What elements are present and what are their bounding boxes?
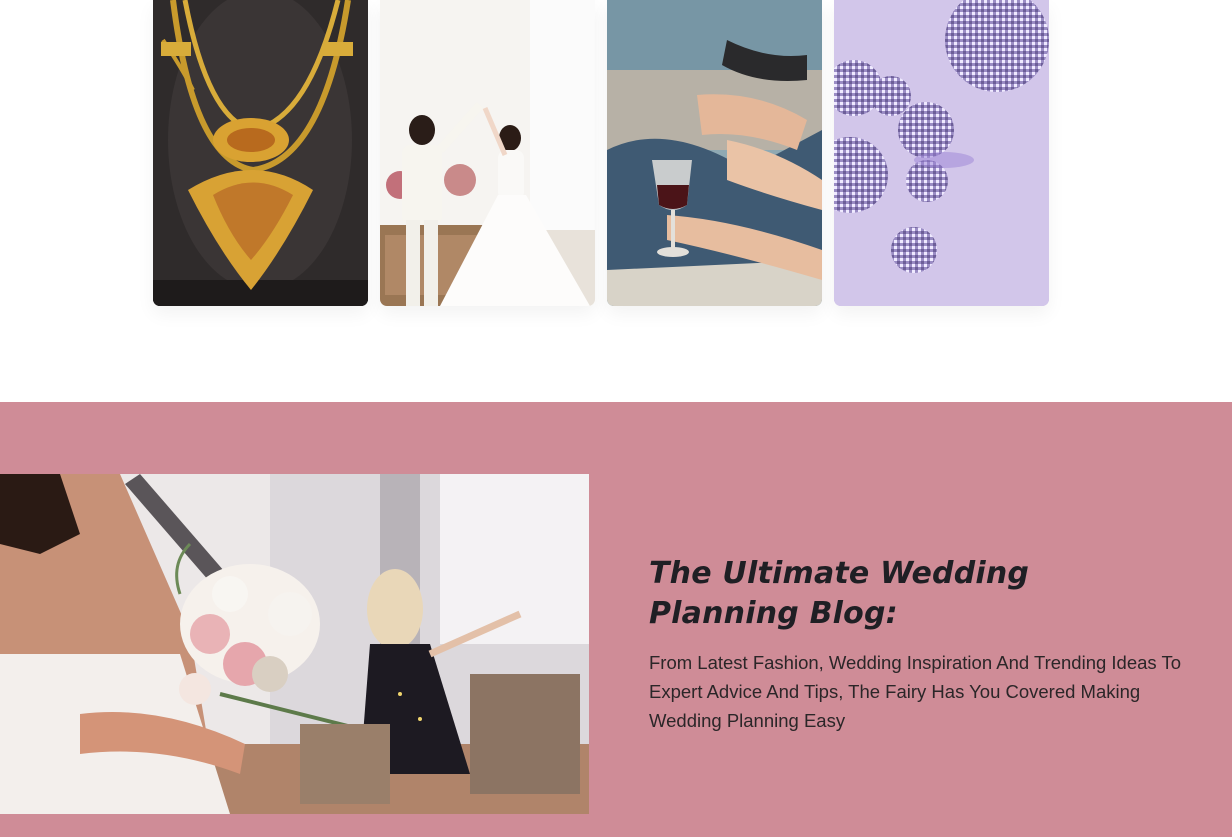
blog-description: From Latest Fashion, Wedding Inspiration… <box>649 652 1182 731</box>
gallery-image-beach[interactable] <box>607 0 822 306</box>
gallery-image-disco[interactable] <box>834 0 1049 306</box>
necklace-image <box>153 0 368 306</box>
gallery-image-necklace[interactable] <box>153 0 368 306</box>
blog-text-block: The Ultimate Wedding Planning Blog: From… <box>649 554 1189 735</box>
couple-image <box>380 0 595 306</box>
gallery-image-couple[interactable] <box>380 0 595 306</box>
blog-image-bride <box>0 474 589 814</box>
blog-section: The Ultimate Wedding Planning Blog: From… <box>0 402 1232 837</box>
blog-title: The Ultimate Wedding Planning Blog: <box>649 556 1030 631</box>
image-gallery <box>0 0 1232 402</box>
disco-balls-image <box>834 0 1049 306</box>
beach-image <box>607 0 822 306</box>
bride-bouquet-image <box>0 474 589 814</box>
